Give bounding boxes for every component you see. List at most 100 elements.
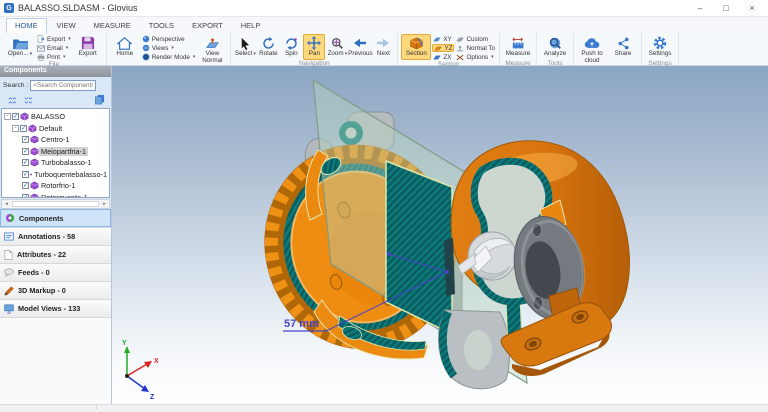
push-to-cloud-button[interactable]: Push to cloud [577, 34, 607, 66]
export-menu-label: Export [47, 35, 66, 43]
checkbox[interactable]: ✓ [22, 170, 29, 178]
checkbox[interactable]: ✓ [12, 113, 19, 121]
expand-all-button[interactable] [24, 96, 32, 104]
share-label: Share [614, 50, 632, 57]
ribbon: Open...▾ Export ▾ Email ▾ Print ▾ Export… [0, 33, 768, 73]
tree-item-label: Turboquentebalasso-1 [34, 169, 107, 179]
measure-label: Measure [505, 50, 531, 57]
spin-button[interactable]: Spin [280, 34, 302, 60]
rotate-button[interactable]: Rotate [257, 34, 279, 60]
panel-3d-markup[interactable]: 3D Markup - 0 [0, 281, 111, 299]
tree-item-meiopartfria[interactable]: ✓ Meiopartfria-1 [2, 146, 109, 158]
ribbon-group-settings: Settings Settings [642, 33, 680, 67]
section-yz-label: YZ [444, 44, 453, 52]
measure-button[interactable]: Measure [503, 34, 533, 60]
copy-pages-icon [95, 94, 105, 105]
panel-attributes[interactable]: Attributes - 22 [0, 245, 111, 263]
assembly-icon [28, 124, 37, 133]
section-normal-to-button[interactable]: Normal To [455, 44, 496, 52]
tree-item-rotorquente[interactable]: ✓ Rotorquente-1 [2, 192, 109, 197]
next-button[interactable]: Next [372, 34, 394, 60]
app-icon: G [4, 3, 14, 13]
export-label: Export [78, 50, 97, 57]
tab-view[interactable]: VIEW [49, 19, 84, 33]
tree-item-rotorfrio[interactable]: ✓ Rotorfrio-1 [2, 180, 109, 192]
checkbox[interactable]: ✓ [22, 193, 29, 197]
part-icon [30, 193, 39, 197]
rotate-icon [262, 36, 275, 50]
window-title: BALASSO.SLDASM - Glovius [18, 3, 138, 13]
export-menu-button[interactable]: Export ▾ [36, 35, 72, 43]
3d-viewport[interactable]: 57 mm Y X Z [112, 66, 768, 404]
search-input[interactable] [30, 80, 97, 91]
views-button[interactable]: Views ▾ [141, 44, 197, 52]
section-button[interactable]: Section [401, 34, 432, 60]
scroll-left-icon[interactable]: ◂ [2, 200, 11, 208]
checkbox[interactable]: ✓ [22, 159, 29, 167]
email-button[interactable]: Email ▾ [36, 44, 72, 52]
checkbox[interactable]: ✓ [22, 182, 29, 190]
tree-item-default[interactable]: - ✓ Default [2, 123, 109, 135]
tree-expand-icon[interactable]: - [12, 124, 19, 132]
print-button[interactable]: Print ▾ [36, 53, 72, 61]
resize-grip-icon[interactable]: ⁞ [96, 406, 101, 411]
section-xy-button[interactable]: XY [432, 35, 454, 43]
pan-icon [307, 36, 322, 50]
share-button[interactable]: Share [608, 34, 638, 60]
perspective-button[interactable]: Perspective [141, 35, 197, 43]
collapse-all-button[interactable] [8, 96, 16, 104]
horizontal-scrollbar[interactable]: ◂ ▸ [1, 199, 110, 209]
zoom-button[interactable]: Zoom▾ [326, 34, 348, 60]
minimize-button[interactable]: – [688, 1, 712, 15]
part-icon [30, 181, 39, 190]
pan-button[interactable]: Pan [303, 34, 326, 60]
maximize-button[interactable]: □ [714, 1, 738, 15]
panel-components[interactable]: Components [0, 209, 111, 227]
section-options-button[interactable]: Options ▾ [455, 53, 496, 61]
panel-annotations[interactable]: Annotations - 58 [0, 227, 111, 245]
view-normal-button[interactable]: View Normal [197, 34, 227, 66]
normal-to-icon [457, 45, 464, 51]
ribbon-group-view: Home Perspective Views ▾ Render Mode ▾ V… [107, 33, 232, 73]
panel-model-views[interactable]: Model Views - 133 [0, 299, 111, 317]
menu-bar: HOME VIEW MEASURE TOOLS EXPORT HELP [0, 17, 768, 33]
tree-item-turbobalasso[interactable]: ✓ Turbobalasso-1 [2, 157, 109, 169]
tree-expand-icon[interactable]: - [4, 113, 11, 121]
select-button[interactable]: Select▾ [234, 34, 256, 60]
tab-measure[interactable]: MEASURE [86, 19, 139, 33]
section-yz-button[interactable]: YZ [432, 44, 455, 52]
ribbon-group-navigation: Select▾ Rotate Spin Pan Zoom▾ Previous N… [231, 33, 399, 67]
plane-yz-icon [434, 46, 443, 50]
previous-button[interactable]: Previous [348, 34, 373, 60]
checkbox[interactable]: ✓ [20, 124, 27, 132]
close-button[interactable]: × [740, 1, 764, 15]
analyze-button[interactable]: Analyze [540, 34, 570, 60]
render-mode-button[interactable]: Render Mode ▾ [141, 53, 197, 61]
panel-feeds[interactable]: Feeds - 0 [0, 263, 111, 281]
home-view-button[interactable]: Home [110, 34, 140, 60]
tab-home[interactable]: HOME [6, 18, 47, 33]
open-button[interactable]: Open...▾ [5, 34, 35, 60]
pan-label: Pan [308, 50, 320, 57]
tab-export[interactable]: EXPORT [184, 19, 231, 33]
wrench-icon [456, 54, 464, 60]
arrow-right-icon [376, 36, 390, 50]
tree-item-turboquentebalasso[interactable]: ✓ Turboquentebalasso-1 [2, 169, 109, 181]
model-views-icon [4, 304, 14, 313]
export-button[interactable]: Export [73, 34, 103, 60]
checkbox[interactable]: ✓ [22, 136, 29, 144]
scrollbar-track[interactable] [12, 201, 99, 207]
tree-item-balasso[interactable]: - ✓ BALASSO [2, 111, 109, 123]
tab-help[interactable]: HELP [233, 19, 269, 33]
tab-tools[interactable]: TOOLS [141, 19, 182, 33]
checkbox[interactable]: ✓ [22, 147, 29, 155]
3d-viewport-scene[interactable]: 57 mm Y X Z [112, 66, 768, 404]
tree-item-centro[interactable]: ✓ Centro-1 [2, 134, 109, 146]
copy-list-button[interactable] [94, 94, 105, 105]
scroll-right-icon[interactable]: ▸ [100, 200, 109, 208]
section-custom-button[interactable]: Custom [455, 35, 496, 43]
tree-item-label: Default [39, 123, 63, 133]
settings-button[interactable]: Settings [645, 34, 675, 60]
y-axis-label: Y [122, 340, 127, 347]
section-zx-button[interactable]: ZX [432, 53, 454, 61]
